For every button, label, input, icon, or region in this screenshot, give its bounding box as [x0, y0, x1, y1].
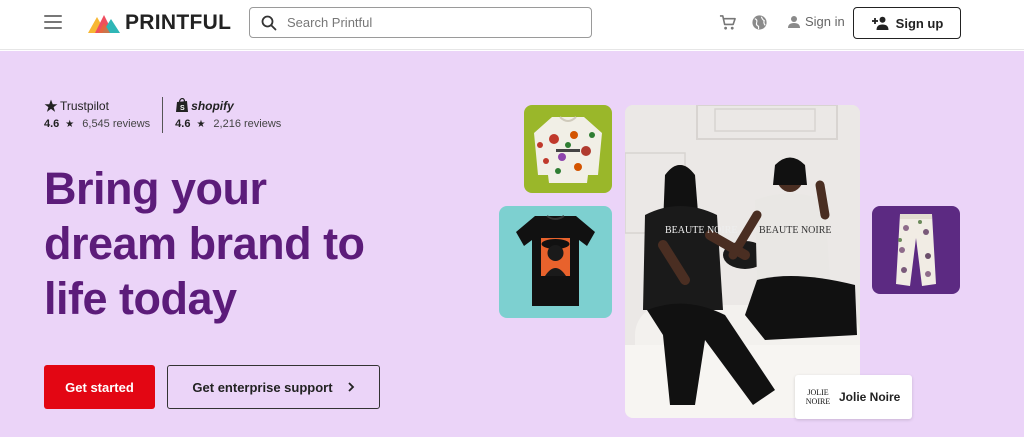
sweater-illustration: [534, 116, 602, 183]
trustpilot-reviews: 6,545 reviews: [82, 118, 151, 130]
cart-icon[interactable]: [719, 14, 736, 31]
user-icon: [788, 15, 800, 28]
jolie-noire-logo: JOLIE NOIRE: [805, 388, 831, 406]
star-icon: [44, 99, 58, 112]
menu-icon[interactable]: [44, 15, 62, 29]
rating-divider: [162, 97, 164, 133]
shopify-rating[interactable]: S shopify 4.6 ★ 2,216 reviews: [175, 97, 281, 133]
right-shirt-text: BEAUTE NOIRE: [759, 225, 832, 236]
search-input[interactable]: [287, 15, 567, 30]
sweater-product-image: [524, 105, 612, 193]
sign-up-label: Sign up: [895, 15, 944, 31]
brand-name: Jolie Noire: [839, 390, 901, 404]
pants-product-image: [872, 206, 960, 294]
star-icon: ★: [196, 118, 206, 130]
ratings-row: Trustpilot 4.6 ★ 6,545 reviews S shopify…: [44, 97, 281, 133]
headline-line: Bring your: [44, 163, 267, 214]
brand-label-card[interactable]: JOLIE NOIRE Jolie Noire: [795, 375, 912, 419]
shopify-brand: shopify: [191, 98, 234, 113]
star-icon: ★: [65, 118, 75, 130]
headline-line: dream brand to: [44, 218, 365, 269]
sign-in-label: Sign in: [805, 14, 845, 29]
models-photo-illustration: BEAUTE NOIRE BEAUTE NOIRE: [625, 105, 860, 418]
enterprise-support-button[interactable]: Get enterprise support: [167, 365, 380, 409]
trustpilot-rating[interactable]: Trustpilot 4.6 ★ 6,545 reviews: [44, 97, 150, 133]
tshirt-product-image: [499, 206, 612, 318]
shopify-reviews: 2,216 reviews: [213, 118, 282, 130]
tshirt-illustration: [516, 215, 595, 306]
add-user-icon: [871, 16, 889, 30]
shopify-score: 4.6: [175, 118, 191, 130]
pants-illustration: [896, 214, 936, 286]
logo-text: PRINTFUL: [125, 11, 232, 34]
site-header: PRINTFUL Sign in Sign up: [0, 0, 1024, 50]
svg-text:S: S: [180, 105, 185, 112]
get-started-button[interactable]: Get started: [44, 365, 155, 409]
printful-logo-mark: [88, 15, 120, 33]
hero-headline: Bring your dream brand to life today: [44, 161, 444, 326]
headline-line: life today: [44, 273, 237, 324]
chevron-right-icon: [347, 382, 354, 392]
printful-logo[interactable]: PRINTFUL: [88, 11, 231, 35]
search-bar[interactable]: [249, 7, 592, 38]
search-icon: [261, 15, 277, 30]
hero-section: Trustpilot 4.6 ★ 6,545 reviews S shopify…: [0, 51, 1024, 437]
globe-icon[interactable]: [751, 14, 768, 31]
lifestyle-photo: BEAUTE NOIRE BEAUTE NOIRE: [625, 105, 860, 418]
left-shirt-text: BEAUTE NOIRE: [665, 225, 738, 236]
sign-up-button[interactable]: Sign up: [853, 7, 961, 39]
get-started-label: Get started: [65, 379, 134, 395]
sign-in-link[interactable]: Sign in: [787, 14, 845, 29]
shopify-bag-icon: S: [176, 98, 189, 112]
enterprise-support-label: Get enterprise support: [192, 379, 333, 395]
trustpilot-score: 4.6: [44, 118, 60, 130]
trustpilot-brand: Trustpilot: [60, 98, 109, 113]
